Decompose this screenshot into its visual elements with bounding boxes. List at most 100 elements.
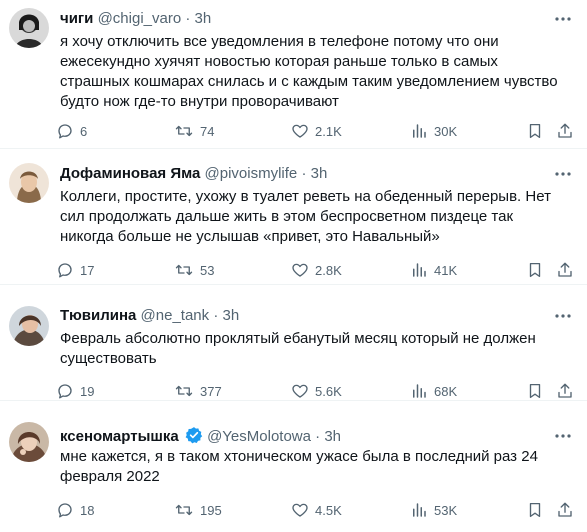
separator-dot: · [185,10,191,27]
retweet-button[interactable]: 195 [174,500,222,520]
reply-count: 17 [80,262,95,278]
share-button[interactable] [556,381,580,401]
views-icon [413,124,426,138]
views-button[interactable]: 41K [410,260,457,280]
share-button[interactable] [556,121,580,141]
tweet-text: я хочу отключить все уведомления в телеф… [60,33,558,110]
timestamp[interactable]: 3h [223,307,240,324]
reply-icon [58,124,72,139]
like-count: 2.8K [315,262,342,278]
share-icon [558,262,572,277]
tweet[interactable]: ксеномартышка @YesMolotowa · 3h мне каже… [0,401,587,532]
display-name[interactable]: чиги [60,10,93,27]
avatar[interactable] [9,422,49,462]
avatar[interactable] [9,306,49,346]
more-icon[interactable] [553,164,573,184]
user-handle[interactable]: @ne_tank [141,307,210,324]
like-button[interactable]: 5.6K [291,381,342,401]
retweet-button[interactable]: 74 [174,121,214,141]
like-count: 5.6K [315,383,342,399]
tweet-text: Февраль абсолютно проклятый ебанутый мес… [60,330,536,367]
reply-icon [58,503,72,518]
bookmark-button[interactable] [526,121,550,141]
tweet-text: Коллеги, простите, ухожу в туалет реветь… [60,188,551,245]
tweet-header: чиги @chigi_varo · 3h [60,9,547,29]
retweet-count: 53 [200,262,215,278]
separator-dot: · [301,165,307,182]
views-count: 53K [434,502,458,518]
share-icon [558,502,572,517]
like-button[interactable]: 2.1K [291,121,342,141]
bookmark-icon [529,383,541,399]
reply-button[interactable]: 19 [56,381,94,401]
views-count: 41K [434,262,458,278]
user-handle[interactable]: @chigi_varo [98,10,182,27]
reply-button[interactable]: 17 [56,260,94,280]
tweet-header: ксеномартышка @YesMolotowa · 3h [60,426,547,447]
bookmark-icon [529,502,541,518]
retweet-icon [175,504,193,516]
tweet-header: Тювилина @ne_tank · 3h [60,306,547,326]
heart-icon [292,384,308,398]
tweet-actions: 19 377 5.6K 68K [56,381,575,401]
retweet-button[interactable]: 53 [174,260,214,280]
separator-dot: · [315,428,321,445]
reply-button[interactable]: 18 [56,500,94,520]
reply-count: 19 [80,383,95,399]
retweet-count: 377 [200,383,222,399]
timestamp[interactable]: 3h [324,428,341,445]
retweet-icon [175,125,193,137]
reply-icon [58,263,72,278]
display-name[interactable]: Дофаминовая Яма [60,165,200,182]
more-icon[interactable] [553,426,573,446]
more-icon[interactable] [553,306,573,326]
tweet[interactable]: Дофаминовая Яма @pivoismylife · 3h Колле… [0,149,587,285]
heart-icon [292,503,308,517]
retweet-count: 195 [200,502,222,518]
bookmark-button[interactable] [526,381,550,401]
share-button[interactable] [556,260,580,280]
retweet-button[interactable]: 377 [174,381,222,401]
tweet[interactable]: Тювилина @ne_tank · 3h Февраль абсолютно… [0,285,587,401]
tweet-header: Дофаминовая Яма @pivoismylife · 3h [60,164,547,184]
like-button[interactable]: 4.5K [291,500,342,520]
tweet[interactable]: чиги @chigi_varo · 3h я хочу отключить в… [0,0,587,149]
share-icon [558,123,572,138]
timestamp[interactable]: 3h [311,165,328,182]
heart-icon [292,263,308,277]
tweet-actions: 18 195 4.5K 53K [56,500,575,520]
avatar[interactable] [9,8,49,48]
display-name[interactable]: ксеномартышка [60,428,179,445]
tweet-text: мне кажется, я в таком хтоническом ужасе… [60,448,538,485]
reply-button[interactable]: 6 [56,121,87,141]
tweet-actions: 6 74 2.1K 30K [56,121,575,141]
views-icon [413,384,426,398]
avatar[interactable] [9,163,49,203]
views-icon [413,263,426,277]
display-name[interactable]: Тювилина [60,307,136,324]
verified-badge-icon [185,427,203,444]
bookmark-button[interactable] [526,500,550,520]
separator-dot: · [213,307,219,324]
bookmark-icon [529,262,541,278]
retweet-icon [175,385,193,397]
views-button[interactable]: 68K [410,381,457,401]
user-handle[interactable]: @pivoismylife [205,165,298,182]
timestamp[interactable]: 3h [195,10,212,27]
like-button[interactable]: 2.8K [291,260,342,280]
views-button[interactable]: 30K [410,121,457,141]
views-count: 68K [434,383,458,399]
reply-icon [58,384,72,399]
heart-icon [292,124,308,138]
share-icon [558,383,572,398]
retweet-count: 74 [200,123,215,139]
more-icon[interactable] [553,9,573,29]
bookmark-icon [529,123,541,139]
bookmark-button[interactable] [526,260,550,280]
views-icon [413,503,426,517]
views-button[interactable]: 53K [410,500,457,520]
tweet-actions: 17 53 2.8K 41K [56,260,575,280]
like-count: 4.5K [315,502,342,518]
user-handle[interactable]: @YesMolotowa [207,428,311,445]
share-button[interactable] [556,500,580,520]
